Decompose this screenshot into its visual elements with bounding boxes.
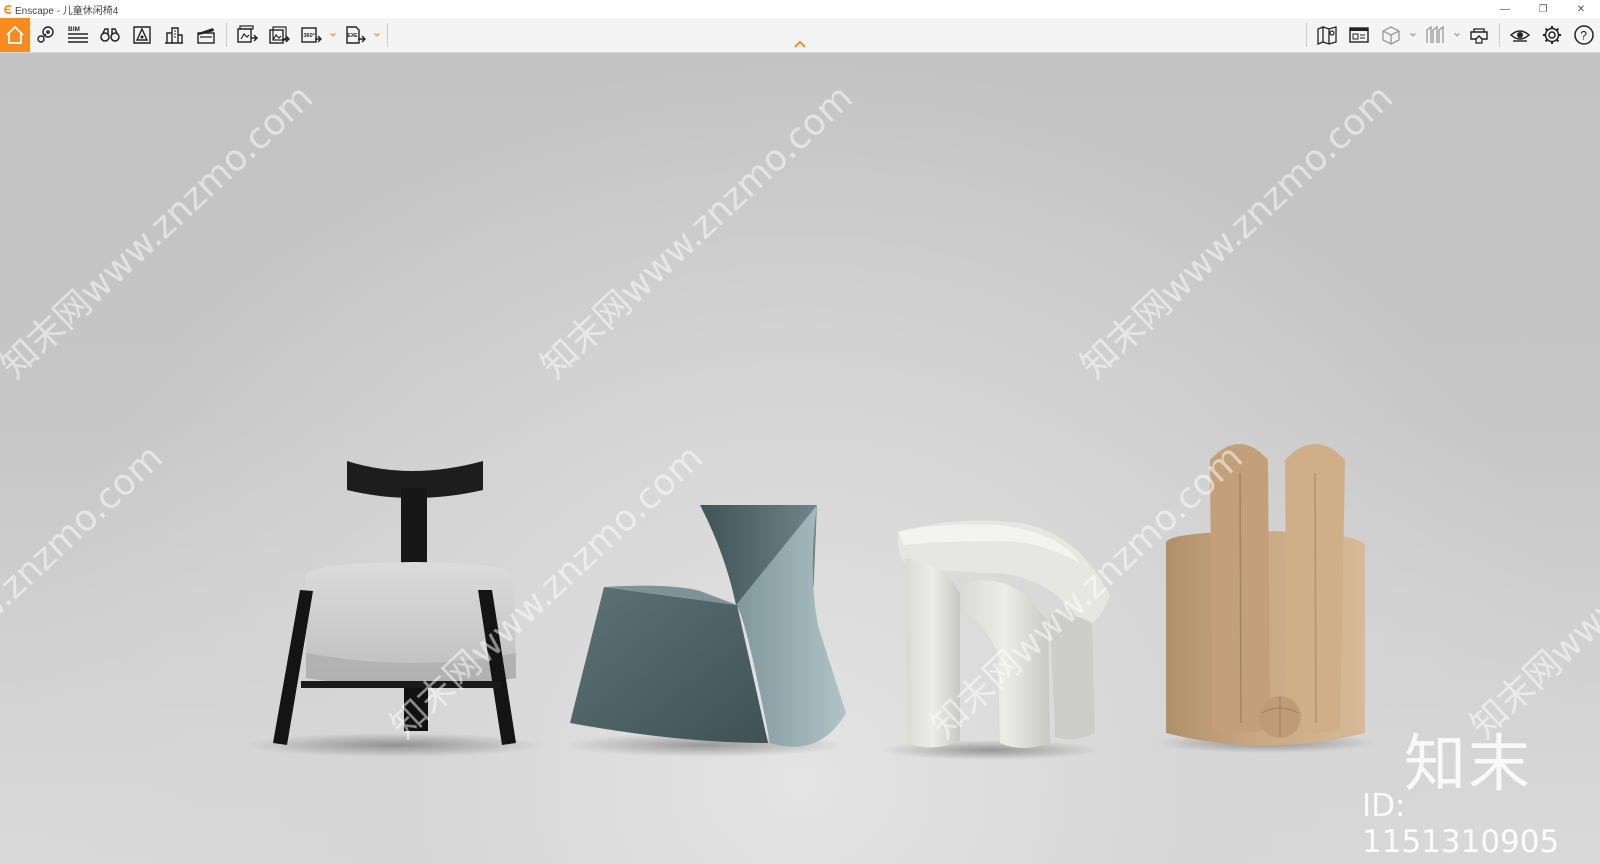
location-pin-icon [37, 26, 54, 43]
svg-text:BIM: BIM [68, 26, 80, 33]
visual-settings-button[interactable] [1504, 18, 1536, 52]
site-context-button[interactable] [158, 18, 190, 52]
panorama-button[interactable]: 360° [295, 18, 327, 52]
settings-button[interactable] [1536, 18, 1568, 52]
svg-text:知末网www.znzmo.com: 知末网www.znzmo.com [0, 77, 321, 387]
svg-text:知末网www.znzmo.com: 知末网www.znzmo.com [1463, 437, 1600, 747]
render-screenshot-icon [237, 25, 258, 43]
svg-text:360°: 360° [304, 33, 315, 39]
chevron-down-icon [1410, 32, 1416, 37]
toolbar-divider [1499, 23, 1500, 47]
render-viewport[interactable]: 知末网www.znzmo.com 知末网www.znzmo.com 知末网www… [0, 53, 1600, 864]
main-toolbar: BIM 360° EXE ? [0, 18, 1600, 53]
video-editor-button[interactable] [190, 18, 222, 52]
vr-headset-button[interactable] [1463, 18, 1495, 52]
home-icon [6, 26, 24, 44]
toolbar-left-group: BIM 360° EXE [0, 18, 392, 52]
toolbar-divider [226, 23, 227, 47]
export-exe-button[interactable]: EXE [339, 18, 371, 52]
svg-text:?: ? [1580, 29, 1587, 43]
bim-icon: BIM [68, 26, 88, 43]
export-dropdown[interactable] [371, 18, 383, 52]
orthographic-icon [1426, 25, 1444, 43]
web-standalone-button[interactable] [1343, 18, 1375, 52]
batch-render-button[interactable] [263, 18, 295, 52]
clapperboard-icon [197, 28, 215, 44]
export-exe-icon: EXE [346, 26, 366, 44]
svg-text:知末网www.znzmo.com: 知末网www.znzmo.com [533, 77, 861, 387]
scene-render: 知末网www.znzmo.com 知末网www.znzmo.com 知末网www… [0, 77, 1600, 760]
help-button[interactable]: ? [1568, 18, 1600, 52]
home-button[interactable] [0, 18, 30, 52]
restore-button[interactable]: ❐ [1524, 0, 1562, 18]
bim-button[interactable]: BIM [62, 18, 94, 52]
asset-library-button[interactable] [126, 18, 158, 52]
map-icon [1317, 26, 1337, 45]
cube-view-button[interactable] [1375, 18, 1407, 52]
title-bar: Enscape - 儿童休闲椅4 — ❐ ✕ [0, 0, 1600, 18]
svg-text:知末网www.znzmo.com: 知末网www.znzmo.com [0, 437, 171, 747]
svg-text:EXE: EXE [348, 33, 359, 39]
orthographic-dropdown[interactable] [1451, 18, 1463, 52]
views-button[interactable] [30, 18, 62, 52]
binoculars-icon [100, 28, 120, 42]
city-buildings-icon [165, 27, 183, 44]
chevron-down-icon [374, 32, 380, 37]
enscape-logo-icon [4, 4, 12, 14]
web-standalone-icon [1349, 27, 1369, 43]
window-title: Enscape - 儿童休闲椅4 [15, 5, 119, 17]
toolbar-divider [1306, 23, 1307, 47]
render-button[interactable] [231, 18, 263, 52]
svg-text:知末网www.znzmo.com: 知末网www.znzmo.com [1073, 77, 1401, 387]
map-button[interactable] [1311, 18, 1343, 52]
chevron-down-icon [1454, 32, 1460, 37]
window-controls: — ❐ ✕ [1486, 0, 1600, 18]
close-button[interactable]: ✕ [1562, 0, 1600, 18]
asset-id-watermark: ID: 1151310905 [1362, 788, 1560, 860]
collapse-toolbar-chevron-icon[interactable] [792, 38, 808, 50]
chevron-down-icon [330, 32, 336, 37]
walk-mode-button[interactable] [94, 18, 126, 52]
cube-view-icon [1382, 26, 1400, 45]
black-wood-chair[interactable] [273, 461, 516, 745]
eye-visual-settings-icon [1509, 30, 1531, 42]
toolbar-right-group: ? [1302, 18, 1600, 52]
panorama-360-icon: 360° [301, 27, 322, 43]
help-icon: ? [1574, 25, 1594, 45]
vr-headset-icon [1470, 28, 1488, 44]
batch-render-icon [269, 26, 290, 44]
cube-view-dropdown[interactable] [1407, 18, 1419, 52]
gear-icon [1543, 26, 1561, 44]
orthographic-button[interactable] [1419, 18, 1451, 52]
asset-library-icon [133, 26, 151, 44]
panorama-dropdown[interactable] [327, 18, 339, 52]
toolbar-divider [387, 23, 388, 47]
minimize-button[interactable]: — [1486, 0, 1524, 18]
